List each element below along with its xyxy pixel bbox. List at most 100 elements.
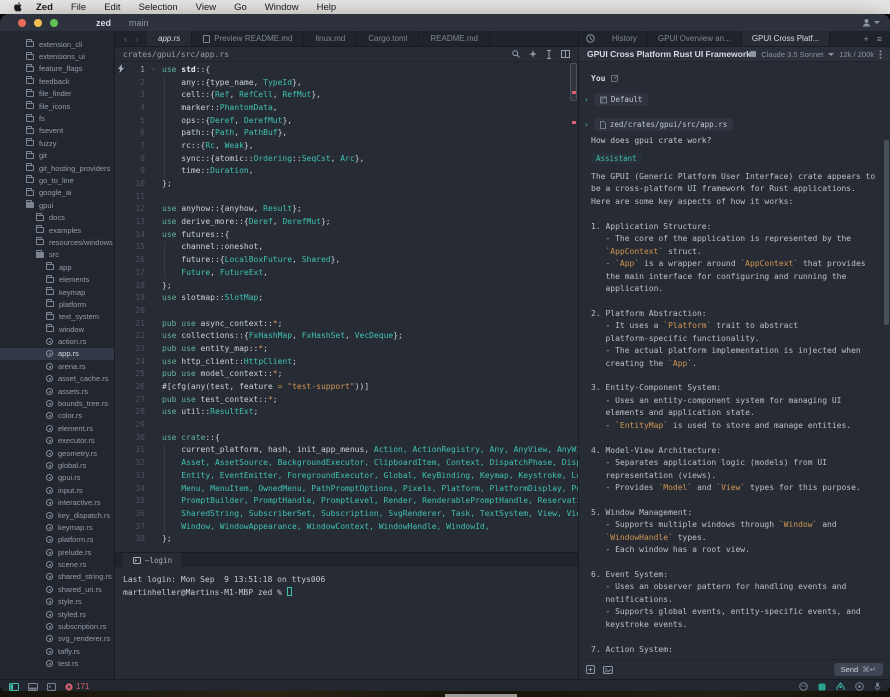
sidebar-item-styled-rs[interactable]: styled.rs	[0, 608, 114, 620]
panel-menu-icon[interactable]: ≡	[877, 34, 882, 44]
split-pane-icon[interactable]	[561, 50, 570, 58]
code-line[interactable]: 16 future::{LocalBoxFuture, Shared},	[115, 253, 578, 266]
chevron-right-icon[interactable]: ›	[584, 120, 589, 129]
nav-back-icon[interactable]: ‹	[124, 34, 127, 44]
sidebar-item-keymap-rs[interactable]: keymap.rs	[0, 521, 114, 533]
sidebar-item-fsevent[interactable]: fsevent	[0, 125, 114, 137]
code-line[interactable]: 21pub use async_context::*;	[115, 317, 578, 330]
send-button[interactable]: Send ⌘↵	[834, 663, 883, 676]
sidebar-item-scene-rs[interactable]: scene.rs	[0, 558, 114, 570]
sidebar-item-platform[interactable]: platform	[0, 298, 114, 310]
code-line[interactable]: 29	[115, 418, 578, 431]
tab-readme-md[interactable]: README.md	[419, 31, 490, 46]
code-line[interactable]: 34 Menu, MenuItem, OwnedMenu, PathPrompt…	[115, 482, 578, 495]
assistant-tab-gpui-overview-an-[interactable]: GPUI Overview an...	[648, 31, 742, 46]
sidebar-item-subscription-rs[interactable]: subscription.rs	[0, 620, 114, 632]
code-line[interactable]: 23pub use entity_map::*;	[115, 342, 578, 355]
sidebar-item-git[interactable]: git	[0, 150, 114, 162]
minimize-window-button[interactable]	[34, 19, 42, 27]
code-line[interactable]: 8 sync::{atomic::Ordering::SeqCst, Arc},	[115, 152, 578, 165]
code-line[interactable]: 12use anyhow::{anyhow, Result};	[115, 203, 578, 216]
traffic-lights[interactable]	[18, 19, 58, 27]
sidebar-item-interactive-rs[interactable]: interactive.rs	[0, 496, 114, 508]
sidebar-item-extension-cli[interactable]: extension_cli	[0, 38, 114, 50]
assistant-tab-gpui-cross-platf-[interactable]: GPUI Cross Platf...	[742, 31, 831, 46]
code-line[interactable]: 20	[115, 304, 578, 317]
image-icon[interactable]	[603, 666, 613, 674]
model-selector[interactable]: Claude 3.5 Sonnet	[761, 50, 823, 59]
project-name[interactable]: zed	[96, 18, 111, 28]
code-line[interactable]: 37 Window, WindowAppearance, WindowConte…	[115, 520, 578, 533]
sidebar-item-assets-rs[interactable]: assets.rs	[0, 385, 114, 397]
code-line[interactable]: 10};	[115, 177, 578, 190]
code-line[interactable]: 14use futures::{	[115, 228, 578, 241]
user-message-text[interactable]: How does gpui crate work?	[591, 136, 890, 145]
sidebar-item-input-rs[interactable]: input.rs	[0, 484, 114, 496]
sidebar-item-platform-rs[interactable]: platform.rs	[0, 534, 114, 546]
code-line[interactable]: 5 ops::{Deref, DerefMut},	[115, 114, 578, 127]
sidebar-item-element-rs[interactable]: element.rs	[0, 422, 114, 434]
assistant-tab-history[interactable]: History	[602, 31, 648, 46]
code-line[interactable]: 27pub use test_context::*;	[115, 393, 578, 406]
sidebar-item-app[interactable]: app	[0, 261, 114, 273]
sidebar-item-key-dispatch-rs[interactable]: key_dispatch.rs	[0, 509, 114, 521]
sidebar-item-gpui[interactable]: gpui	[0, 199, 114, 211]
sidebar-item-geometry-rs[interactable]: geometry.rs	[0, 447, 114, 459]
mic-icon[interactable]	[874, 682, 881, 691]
default-context-chip[interactable]: Default	[594, 93, 649, 106]
terminal-output[interactable]: Last login: Mon Sep 9 13:51:18 on ttys00…	[115, 567, 578, 679]
inline-assist-icon[interactable]	[529, 50, 537, 58]
sidebar-item-window[interactable]: window	[0, 323, 114, 335]
titlebar[interactable]: zed main	[0, 14, 890, 31]
code-line[interactable]: 13use derive_more::{Deref, DerefMut};	[115, 215, 578, 228]
code-line[interactable]: 15 channel::oneshot,	[115, 241, 578, 254]
chevron-right-icon[interactable]: ›	[584, 95, 589, 104]
menu-edit[interactable]: Edit	[95, 2, 129, 13]
menu-view[interactable]: View	[187, 2, 225, 13]
code-line[interactable]: 4 marker::PhantomData,	[115, 101, 578, 114]
code-line[interactable]: 19use slotmap::SlotMap;	[115, 291, 578, 304]
code-line[interactable]: 28use util::ResultExt;	[115, 406, 578, 419]
sidebar-item-git-hosting-providers[interactable]: git_hosting_providers	[0, 162, 114, 174]
code-line[interactable]: 17 Future, FutureExt,	[115, 266, 578, 279]
menu-go[interactable]: Go	[225, 2, 256, 13]
breadcrumb-path[interactable]: crates/gpui/src/app.rs	[123, 50, 229, 59]
search-icon[interactable]	[512, 50, 520, 58]
code-line[interactable]: 7 rc::{Rc, Weak},	[115, 139, 578, 152]
code-editor[interactable]: 1˅use std::{2 any::{type_name, TypeId},3…	[115, 62, 578, 552]
sidebar-item-file-finder[interactable]: file_finder	[0, 88, 114, 100]
code-line[interactable]: 33 Entity, EventEmitter, ForegroundExecu…	[115, 469, 578, 482]
sidebar-item-color-rs[interactable]: color.rs	[0, 410, 114, 422]
sidebar-item-executor-rs[interactable]: executor.rs	[0, 435, 114, 447]
code-line[interactable]: 9 time::Duration,	[115, 165, 578, 178]
zoom-window-button[interactable]	[50, 19, 58, 27]
sidebar-item-prelude-rs[interactable]: prelude.rs	[0, 546, 114, 558]
editor-scrollbar-thumb[interactable]	[570, 63, 577, 101]
menu-zed[interactable]: Zed	[27, 2, 62, 13]
tab-cargo-toml[interactable]: Cargo.toml	[357, 31, 419, 46]
sidebar-item-asset-cache-rs[interactable]: asset_cache.rs	[0, 373, 114, 385]
collab-menu[interactable]	[862, 18, 880, 27]
copilot-icon[interactable]	[799, 682, 808, 691]
screen-share-icon[interactable]	[855, 682, 864, 691]
code-line[interactable]: 3 cell::{Ref, RefCell, RefMut},	[115, 88, 578, 101]
breadcrumb[interactable]: crates/gpui/src/app.rs	[115, 47, 578, 62]
sidebar-item-global-rs[interactable]: global.rs	[0, 459, 114, 471]
quote-selection-icon[interactable]	[586, 665, 595, 674]
conversation[interactable]: You › Default	[579, 62, 890, 659]
sidebar-item-bounds-tree-rs[interactable]: bounds_tree.rs	[0, 397, 114, 409]
sidebar-item-action-rs[interactable]: action.rs	[0, 335, 114, 347]
kebab-menu-icon[interactable]	[879, 50, 882, 59]
code-line[interactable]: 35 PromptBuilder, PromptHandle, PromptLe…	[115, 494, 578, 507]
file-context-chip[interactable]: zed/crates/gpui/src/app.rs	[594, 118, 733, 131]
sidebar-item-style-rs[interactable]: style.rs	[0, 596, 114, 608]
sidebar-item-shared-string-rs[interactable]: shared_string.rs	[0, 571, 114, 583]
code-line[interactable]: 38};	[115, 532, 578, 545]
toggle-left-dock-icon[interactable]	[9, 683, 19, 691]
code-line[interactable]: 1˅use std::{	[115, 63, 578, 76]
sidebar-item-text-system[interactable]: text_system	[0, 311, 114, 323]
code-line[interactable]: 11	[115, 190, 578, 203]
nav-forward-icon[interactable]: ›	[135, 34, 138, 44]
sidebar-item-examples[interactable]: examples	[0, 224, 114, 236]
sidebar-item-test-rs[interactable]: test.rs	[0, 658, 114, 670]
